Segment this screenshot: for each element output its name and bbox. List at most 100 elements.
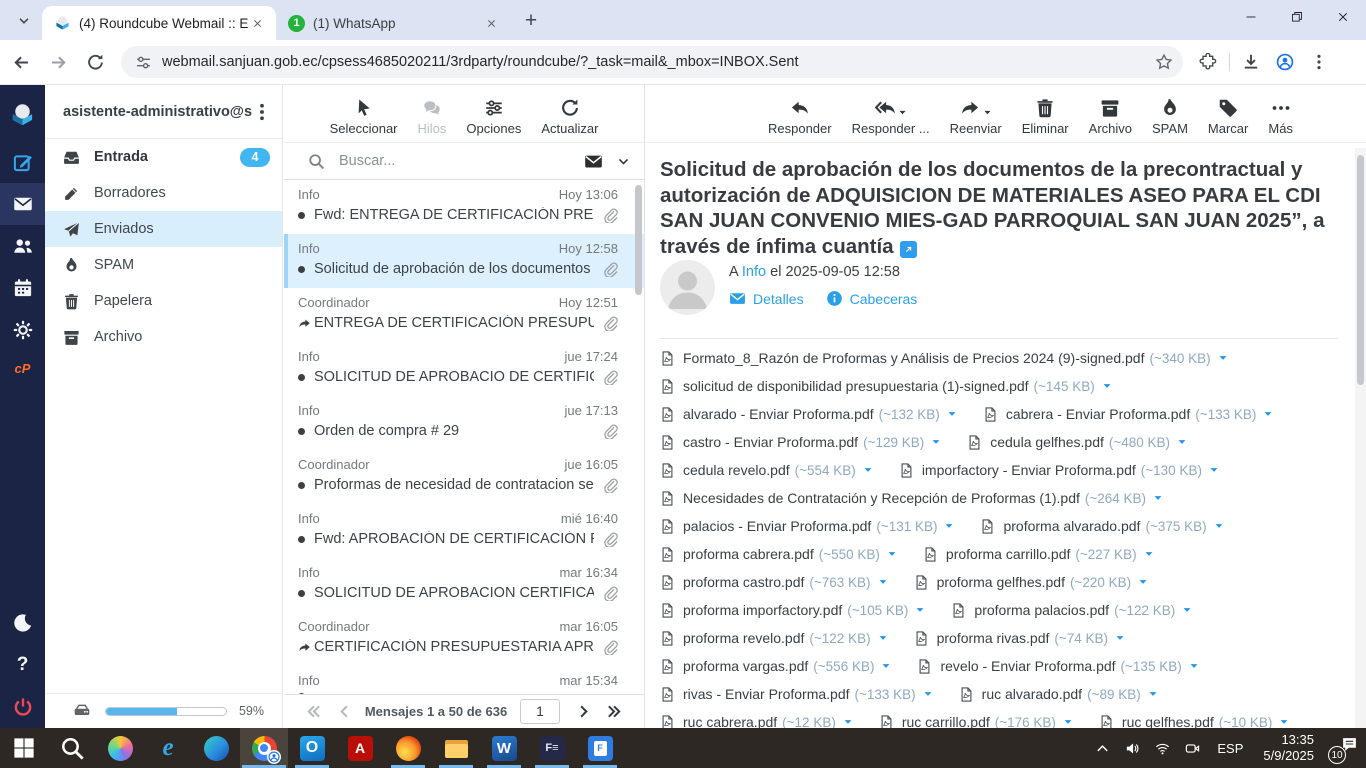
message-row[interactable]: InfoHoy 12:58 Solicitud de aprobación de… [284, 234, 644, 288]
restore-button[interactable] [1274, 0, 1320, 34]
attachment-item[interactable]: castro - Enviar Proforma.pdf (~129 KB) [660, 434, 941, 450]
folder-item-papelera[interactable]: Papelera [45, 283, 282, 319]
rail-darkmode-button[interactable] [0, 602, 45, 644]
folder-item-enviados[interactable]: Enviados [45, 211, 282, 247]
account-menu-icon[interactable] [252, 102, 272, 122]
tray-expand-button[interactable] [1087, 728, 1117, 768]
attachment-item[interactable]: proforma castro.pdf (~763 KB) [660, 574, 888, 590]
taskbar-explorer-button[interactable] [432, 728, 480, 768]
rail-contacts-button[interactable] [0, 225, 45, 267]
reload-button[interactable] [79, 46, 111, 78]
url-bar[interactable]: webmail.sanjuan.gob.ec/cpsess4685020211/… [121, 46, 1183, 78]
attachment-item[interactable]: Formato_8_Razón de Proformas y Análisis … [660, 350, 1228, 366]
message-row[interactable]: CoordinadorHoy 12:51 ENTREGA DE CERTIFIC… [284, 288, 644, 342]
taskbar-fes-button[interactable]: F≡ [528, 728, 576, 768]
attachment-item[interactable]: alvarado - Enviar Proforma.pdf (~132 KB) [660, 406, 957, 422]
open-in-new-window-icon[interactable] [900, 241, 917, 258]
taskbar-copilot-button[interactable] [96, 728, 144, 768]
clock[interactable]: 13:35 5/9/2025 [1263, 732, 1314, 764]
browser-tab[interactable]: 1 (1) WhatsApp [276, 6, 510, 40]
attachment-item[interactable]: Necesidades de Contratación y Recepción … [660, 490, 1163, 506]
attachment-item[interactable]: cabrera - Enviar Proforma.pdf (~133 KB) [983, 406, 1274, 422]
taskbar-search-button[interactable] [48, 728, 96, 768]
folder-item-borradores[interactable]: Borradores [45, 175, 282, 211]
taskbar-ie-button[interactable]: e [144, 728, 192, 768]
tab-close-button[interactable] [249, 15, 266, 32]
search-input[interactable] [339, 153, 584, 169]
taskbar-chrome-button[interactable] [240, 728, 288, 768]
forward-button[interactable] [42, 46, 74, 78]
attachment-item[interactable]: cedula gelfhes.pdf (~480 KB) [967, 434, 1187, 450]
search-options-chevron-icon[interactable] [617, 155, 630, 168]
message-row[interactable]: Infojue 17:24 SOLICITUD DE APROBACIO DE … [284, 342, 644, 396]
attachment-item[interactable]: proforma gelfhes.pdf (~220 KB) [914, 574, 1149, 590]
rail-compose-button[interactable] [0, 141, 45, 183]
mail-toolbar-archive-button[interactable]: Archivo [1089, 94, 1132, 136]
language-indicator[interactable]: ESP [1217, 741, 1243, 756]
message-row[interactable]: InfoHoy 13:06 Fwd: ENTREGA DE CERTIFICAC… [284, 180, 644, 234]
meet-now-button[interactable] [1177, 728, 1207, 768]
url-text[interactable]: webmail.sanjuan.gob.ec/cpsess4685020211/… [162, 54, 1155, 70]
mail-scrollbar-thumb[interactable] [1357, 155, 1364, 385]
back-button[interactable] [5, 46, 37, 78]
message-row[interactable]: Infomar 15:34 [284, 666, 644, 694]
mail-toolbar-reply-button[interactable]: Responder [768, 94, 832, 136]
attachment-item[interactable]: proforma alvarado.pdf (~375 KB) [980, 518, 1223, 534]
profile-button[interactable] [1270, 47, 1300, 77]
mail-toolbar-spam-button[interactable]: SPAM [1152, 94, 1188, 136]
rail-calendar-button[interactable] [0, 267, 45, 309]
attachment-item[interactable]: proforma rivas.pdf (~74 KB) [914, 630, 1125, 646]
attachment-item[interactable]: proforma cabrera.pdf (~550 KB) [660, 546, 897, 562]
browser-tab[interactable]: (4) Roundcube Webmail :: Envia [42, 6, 276, 40]
network-button[interactable] [1147, 728, 1177, 768]
message-row[interactable]: Infomar 16:34 SOLICITUD DE APROBACION CE… [284, 558, 644, 612]
browser-menu-button[interactable] [1304, 47, 1334, 77]
taskbar-acrobat-button[interactable]: A [336, 728, 384, 768]
attachment-item[interactable]: cedula revelo.pdf (~554 KB) [660, 462, 873, 478]
last-page-icon[interactable] [607, 704, 622, 719]
rail-cpanel-button[interactable]: cP [0, 351, 45, 385]
close-window-button[interactable] [1320, 0, 1366, 34]
taskbar-outlook-button[interactable]: O [288, 728, 336, 768]
cabeceras-link[interactable]: Cabeceras [826, 290, 918, 307]
attachment-item[interactable]: imporfactory - Enviar Proforma.pdf (~130… [899, 462, 1219, 478]
message-list-scrollbar[interactable] [635, 185, 642, 295]
tab-search-button[interactable] [10, 7, 38, 35]
taskbar-forms-button[interactable]: F [576, 728, 624, 768]
prev-page-icon[interactable] [337, 704, 352, 719]
tab-close-button[interactable] [483, 15, 500, 32]
downloads-button[interactable] [1236, 47, 1266, 77]
site-settings-icon[interactable] [135, 54, 152, 71]
page-number-input[interactable] [520, 699, 560, 724]
attachment-item[interactable]: revelo - Enviar Proforma.pdf (~135 KB) [917, 658, 1198, 674]
mail-toolbar-forward-button[interactable]: Reenviar [950, 94, 1002, 136]
rail-settings-button[interactable] [0, 309, 45, 351]
taskbar-edge-button[interactable] [192, 728, 240, 768]
message-row[interactable]: Infomié 16:40 Fwd: APROBACIÓN DE CERTIFI… [284, 504, 644, 558]
volume-button[interactable] [1117, 728, 1147, 768]
folder-item-archivo[interactable]: Archivo [45, 319, 282, 355]
minimize-button[interactable] [1228, 0, 1274, 34]
mail-toolbar-trash-button[interactable]: Eliminar [1022, 94, 1069, 136]
recipient-link[interactable]: Info [742, 264, 766, 280]
list-toolbar-refresh-button[interactable]: Actualizar [541, 94, 598, 136]
next-page-icon[interactable] [576, 704, 591, 719]
search-scope-mail-icon[interactable] [584, 152, 603, 171]
folder-item-entrada[interactable]: Entrada 4 [45, 139, 282, 175]
rail-logout-button[interactable] [0, 686, 45, 728]
notification-center-button[interactable]: 10 [1324, 728, 1366, 768]
first-page-icon[interactable] [306, 704, 321, 719]
attachment-item[interactable]: proforma palacios.pdf (~122 KB) [951, 602, 1192, 618]
folder-item-spam[interactable]: SPAM [45, 247, 282, 283]
mail-toolbar-reply-all-button[interactable]: Responder ... [852, 94, 930, 136]
new-tab-button[interactable]: + [518, 8, 544, 34]
attachment-item[interactable]: proforma imporfactory.pdf (~105 KB) [660, 602, 925, 618]
attachment-item[interactable]: proforma revelo.pdf (~122 KB) [660, 630, 888, 646]
attachment-item[interactable]: solicitud de disponibilidad presupuestar… [660, 378, 1112, 394]
bookmark-star-icon[interactable] [1155, 53, 1173, 71]
taskbar-firefox-button[interactable] [384, 728, 432, 768]
rail-help-button[interactable]: ? [0, 644, 45, 686]
attachment-item[interactable]: proforma carrillo.pdf (~227 KB) [923, 546, 1154, 562]
detalles-link[interactable]: Detalles [729, 290, 804, 307]
list-toolbar-options-button[interactable]: Opciones [466, 94, 521, 136]
